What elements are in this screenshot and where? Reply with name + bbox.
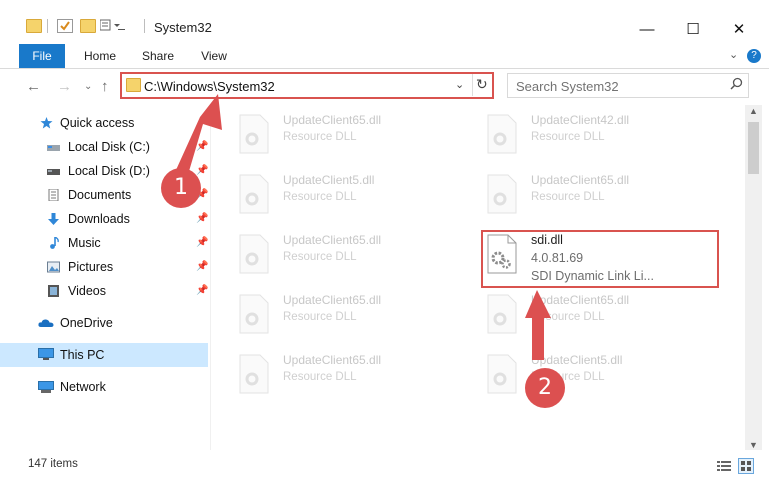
step-badge-1: 1 [161, 168, 201, 208]
arrow-2 [525, 290, 551, 360]
annotation-arrows [176, 94, 551, 360]
step-badge-2: 2 [525, 368, 565, 408]
arrow-1 [176, 94, 222, 178]
